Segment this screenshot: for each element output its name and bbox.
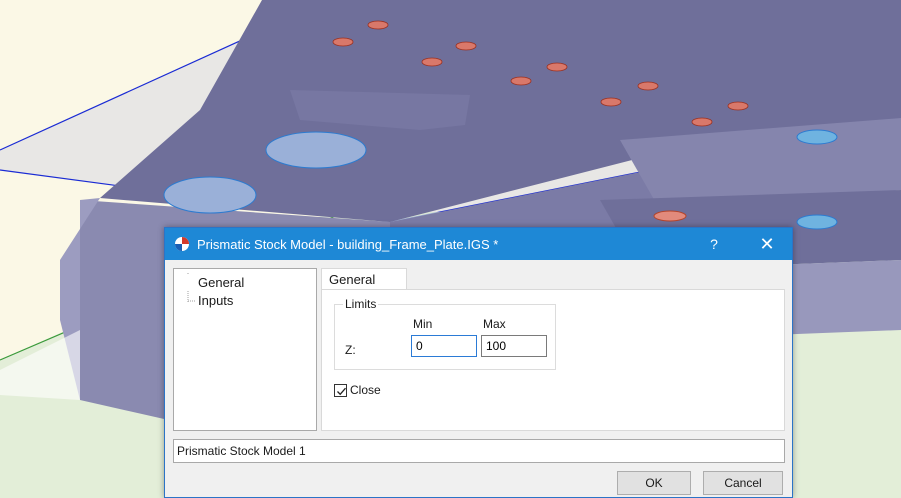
tree-item-label: General bbox=[186, 275, 245, 290]
limits-group-title: Limits bbox=[343, 297, 379, 311]
cancel-button[interactable]: Cancel bbox=[703, 471, 783, 495]
min-header: Min bbox=[413, 317, 433, 331]
help-button[interactable]: ? bbox=[699, 228, 729, 260]
tree-item-label: Inputs bbox=[198, 293, 234, 308]
stock-name-field[interactable]: Prismatic Stock Model 1 bbox=[173, 439, 785, 463]
tree-item-general[interactable]: General bbox=[186, 275, 245, 291]
prismatic-stock-dialog: Prismatic Stock Model - building_Frame_P… bbox=[164, 227, 793, 498]
tab-general[interactable]: General bbox=[321, 268, 407, 290]
checkbox-box[interactable] bbox=[334, 383, 347, 397]
checkmark-icon bbox=[337, 387, 346, 395]
close-checkbox-label: Close bbox=[350, 383, 381, 397]
z-label: Z: bbox=[345, 343, 356, 357]
close-button[interactable]: ✕ bbox=[745, 228, 789, 260]
z-max-input[interactable] bbox=[481, 335, 547, 357]
general-panel: Limits Min Max Z: Close bbox=[321, 289, 785, 431]
navigation-tree: General Inputs bbox=[173, 268, 317, 431]
dialog-titlebar[interactable]: Prismatic Stock Model - building_Frame_P… bbox=[165, 228, 792, 260]
tree-item-inputs[interactable]: Inputs bbox=[186, 293, 233, 309]
z-min-input[interactable] bbox=[411, 335, 477, 357]
close-checkbox[interactable]: Close bbox=[334, 383, 381, 397]
app-icon bbox=[175, 237, 189, 251]
dialog-title: Prismatic Stock Model - building_Frame_P… bbox=[197, 237, 499, 252]
max-header: Max bbox=[483, 317, 506, 331]
ok-button[interactable]: OK bbox=[617, 471, 691, 495]
limits-group: Limits Min Max Z: bbox=[334, 297, 556, 370]
